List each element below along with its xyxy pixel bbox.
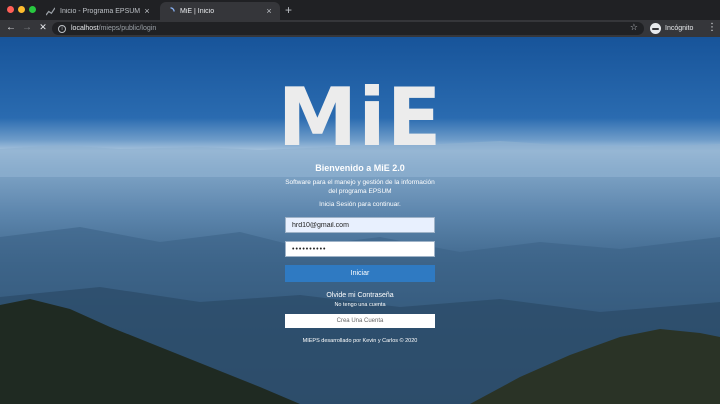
incognito-icon (650, 23, 661, 34)
star-icon[interactable]: ☆ (630, 22, 638, 33)
incognito-indicator[interactable]: Incógnito (650, 23, 693, 34)
tab-title: Inicio - Programa EPSUM (60, 7, 141, 15)
minimize-window-button[interactable] (18, 6, 25, 13)
window-controls (7, 6, 36, 13)
tab-mie-inicio[interactable]: MiE | Inicio × (160, 2, 280, 20)
tab-title: MiE | Inicio (180, 7, 215, 15)
url-path: /mieps/public/login (98, 25, 157, 32)
close-tab-icon[interactable]: × (142, 6, 152, 16)
url-host: localhost (71, 25, 99, 32)
info-icon[interactable]: i (58, 24, 66, 33)
new-tab-button[interactable]: + (285, 3, 292, 17)
password-field[interactable] (285, 241, 435, 257)
tab-bar: Inicio - Programa EPSUM × MiE | Inicio ×… (0, 0, 720, 20)
close-tab-icon[interactable]: × (264, 6, 274, 16)
tab-inicio-epsum[interactable]: Inicio - Programa EPSUM × (40, 2, 158, 20)
footer-credits: MIEPS desarrollado por Kevin y Carlos © … (302, 338, 418, 344)
loading-spinner-icon (170, 6, 175, 12)
maximize-window-button[interactable] (29, 6, 36, 13)
incognito-label: Incógnito (665, 25, 694, 32)
forward-icon[interactable]: → (21, 22, 33, 33)
page-viewport: MiE Bienvenido a MiE 2.0 Software para e… (0, 37, 720, 404)
email-field[interactable] (285, 217, 435, 233)
app-logo: MiE (277, 71, 443, 164)
close-window-button[interactable] (7, 6, 14, 13)
address-bar[interactable]: i localhost /mieps/public/login ☆ (52, 22, 644, 35)
stop-icon[interactable]: ✕ (37, 22, 49, 33)
app-description: Software para el manejo y gestión de la … (285, 179, 435, 195)
menu-icon[interactable]: ⋮ (707, 22, 717, 33)
no-account-text: No tengo una cuenta (334, 302, 386, 308)
create-account-button[interactable]: Crea Una Cuenta (285, 314, 435, 328)
chart-favicon-icon (46, 7, 55, 15)
login-prompt: Inicia Sesión para continuar. (319, 201, 401, 208)
back-icon[interactable]: ← (5, 22, 17, 33)
login-button[interactable]: Iniciar (285, 265, 435, 282)
browser-toolbar: ← → ✕ i localhost /mieps/public/login ☆ … (0, 20, 720, 37)
forgot-password-link[interactable]: Olvide mi Contraseña (0, 292, 720, 299)
welcome-heading: Bienvenido a MiE 2.0 (315, 163, 405, 173)
